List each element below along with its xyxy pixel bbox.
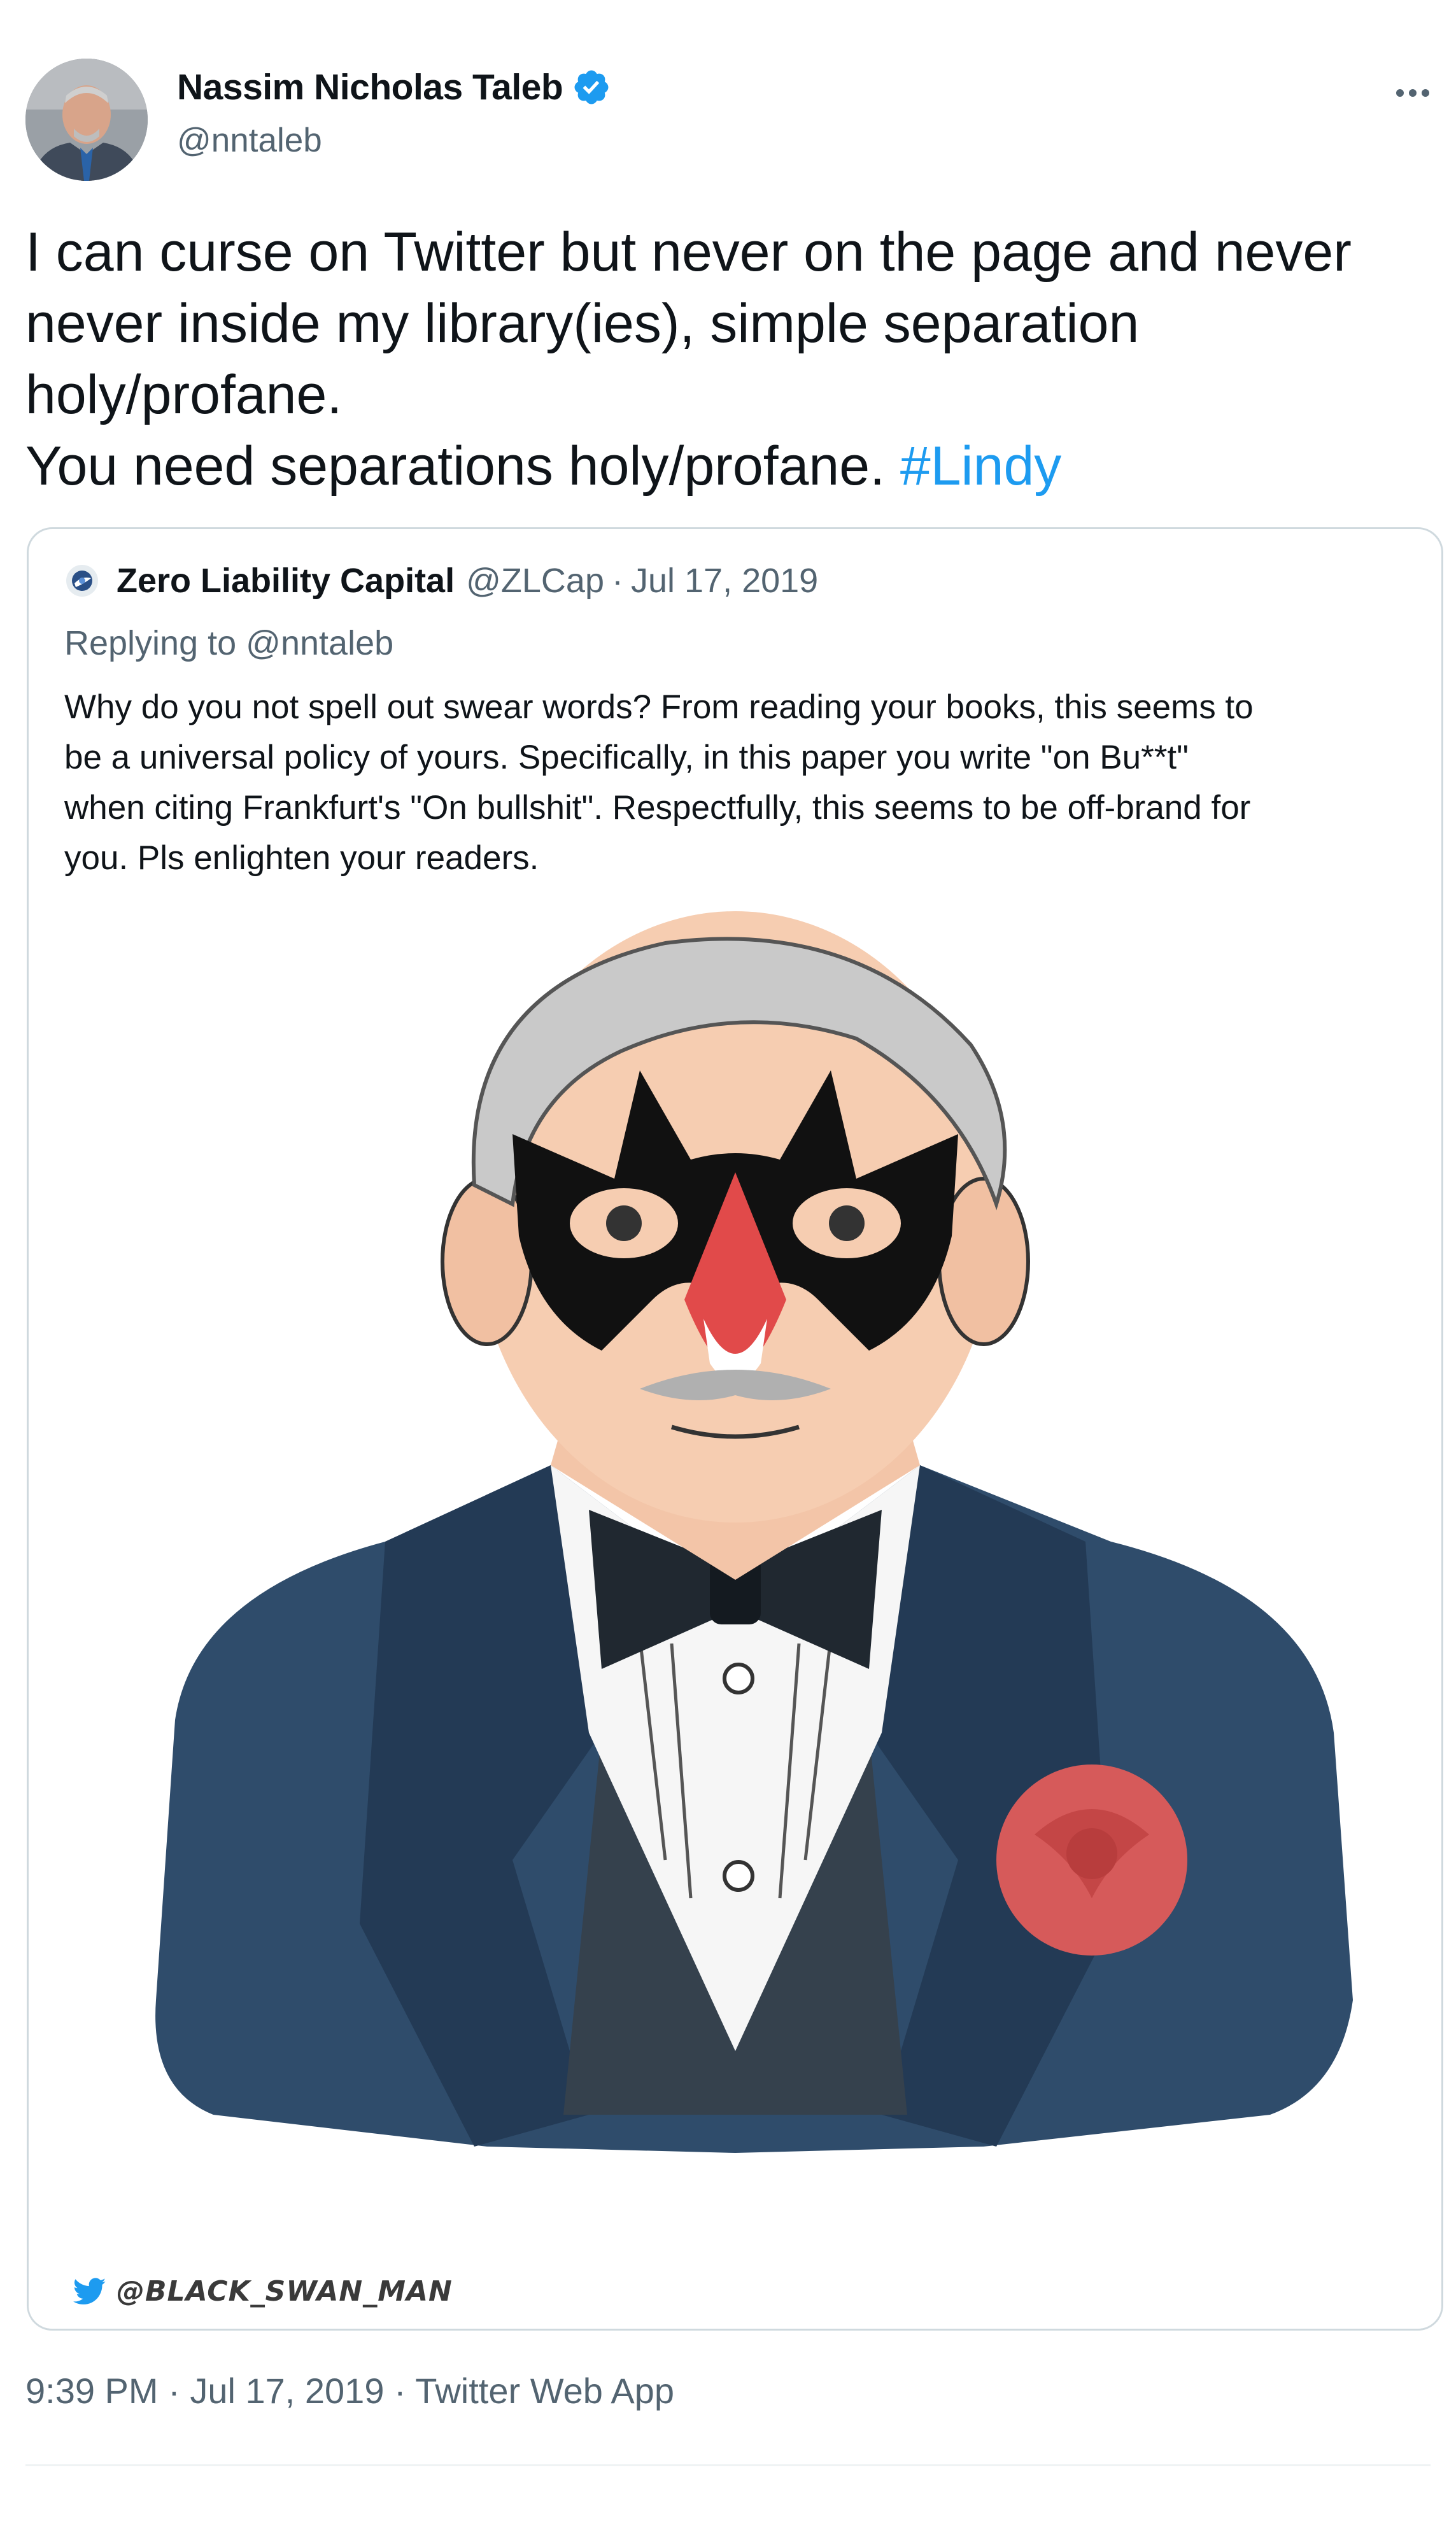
image-watermark: @BLACK_SWAN_MAN (73, 2275, 453, 2308)
quoted-tweet-date[interactable]: Jul 17, 2019 (631, 561, 818, 600)
dot-separator: · (612, 562, 623, 600)
quoted-author-name[interactable]: Zero Liability Capital (117, 561, 455, 600)
tweet-line: I can curse on Twitter but never on the … (25, 222, 1352, 283)
tweet-line-text: You need separations holy/profane. (25, 436, 885, 497)
quoted-tweet-header: Zero Liability Capital @ZLCap · Jul 17, … (66, 561, 818, 600)
quoted-tweet-line: when citing Frankfurt's "On bullshit". R… (64, 789, 1251, 827)
watermark-text: @BLACK_SWAN_MAN (117, 2275, 453, 2308)
author-handle[interactable]: @nntaleb (177, 121, 322, 160)
tweet-source[interactable]: Twitter Web App (415, 2371, 674, 2411)
tweet-date[interactable]: Jul 17, 2019 (190, 2371, 384, 2411)
more-options-icon[interactable] (1395, 88, 1431, 98)
tweet-line-last: You need separations holy/profane. #Lind… (25, 430, 1432, 502)
divider (25, 2464, 1431, 2466)
tweet-line: never inside my library(ies), simple sep… (25, 293, 1140, 354)
hashtag-link[interactable]: #Lindy (900, 436, 1061, 497)
masked-man-illustration[interactable] (29, 905, 1441, 2331)
author-name-row: Nassim Nicholas Taleb (177, 66, 611, 108)
quoted-tweet-text: Why do you not spell out swear words? Fr… (64, 682, 1433, 883)
verified-badge-icon (574, 70, 609, 104)
tweet-time[interactable]: 9:39 PM (25, 2371, 159, 2411)
tweet-meta: 9:39 PM · Jul 17, 2019 · Twitter Web App (25, 2370, 674, 2411)
tweet-line: holy/profane. (25, 364, 343, 425)
replying-to-label: Replying to @nntaleb (64, 624, 394, 662)
quoted-tweet-card[interactable]: Zero Liability Capital @ZLCap · Jul 17, … (27, 527, 1443, 2331)
dot-separator: · (168, 2371, 180, 2411)
quoted-author-handle[interactable]: @ZLCap (466, 561, 604, 600)
rose-icon (996, 1764, 1187, 1956)
quoted-tweet-line: Why do you not spell out swear words? Fr… (64, 688, 1254, 726)
tweet-text: I can curse on Twitter but never on the … (25, 217, 1432, 502)
author-avatar[interactable] (25, 59, 148, 181)
twitter-bird-icon (73, 2277, 106, 2304)
quoted-author-avatar[interactable] (66, 564, 99, 597)
dot-separator: · (394, 2371, 406, 2411)
avatar-photo (25, 59, 148, 181)
quoted-tweet-line: you. Pls enlighten your readers. (64, 839, 539, 877)
quoted-tweet-line: be a universal policy of yours. Specific… (64, 739, 1189, 776)
author-name[interactable]: Nassim Nicholas Taleb (177, 66, 563, 108)
